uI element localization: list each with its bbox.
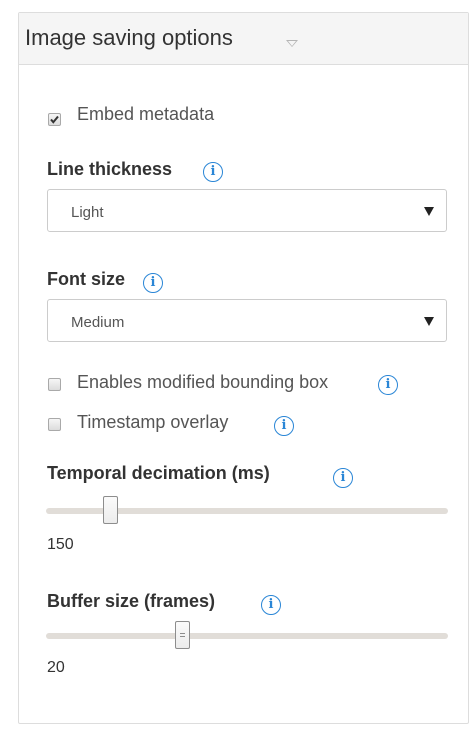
line-thickness-info-icon[interactable]: i	[203, 162, 223, 182]
panel-title[interactable]: Image saving options	[25, 25, 233, 51]
font-size-select[interactable]: Medium	[47, 299, 447, 342]
panel-header[interactable]: Image saving options	[19, 13, 468, 65]
temporal-decimation-slider-handle[interactable]	[102, 496, 118, 524]
checkmark-icon	[50, 115, 59, 124]
embed-metadata-label: Embed metadata	[77, 104, 215, 124]
dropdown-arrow-icon	[424, 317, 434, 326]
font-size-label: Font size	[47, 269, 126, 289]
embed-metadata-checkbox[interactable]	[48, 113, 61, 126]
font-size-info-icon[interactable]: i	[143, 273, 163, 293]
dropdown-arrow-icon	[424, 207, 434, 216]
temporal-decimation-label: Temporal decimation (ms)	[47, 463, 270, 483]
timestamp-overlay-checkbox[interactable]	[48, 418, 61, 431]
buffer-size-slider-track[interactable]	[46, 621, 448, 649]
buffer-size-label: Buffer size (frames)	[47, 591, 216, 611]
font-size-selected-value: Medium	[71, 314, 125, 331]
temporal-decimation-info-icon[interactable]: i	[333, 468, 353, 488]
timestamp-overlay-info-icon[interactable]: i	[274, 416, 294, 436]
grip-line	[180, 636, 186, 637]
line-thickness-label: Line thickness	[47, 159, 173, 179]
modified-bounding-box-checkbox[interactable]	[48, 378, 61, 391]
line-thickness-select[interactable]: Light	[47, 189, 447, 232]
temporal-decimation-slider-track[interactable]	[46, 496, 448, 524]
caret-down-icon[interactable]	[286, 40, 298, 47]
buffer-size-info-icon[interactable]: i	[261, 595, 281, 615]
modified-bounding-box-info-icon[interactable]: i	[378, 375, 398, 395]
timestamp-overlay-label: Timestamp overlay	[77, 412, 229, 432]
line-thickness-selected-value: Light	[71, 204, 104, 221]
image-saving-options-panel: Image saving options Embed metadata Line…	[18, 12, 469, 724]
temporal-decimation-value: 150	[47, 536, 74, 553]
buffer-size-value: 20	[47, 659, 65, 676]
modified-bounding-box-label: Enables modified bounding box	[77, 372, 329, 392]
buffer-size-slider-handle[interactable]	[175, 621, 191, 649]
grip-line	[180, 633, 186, 634]
